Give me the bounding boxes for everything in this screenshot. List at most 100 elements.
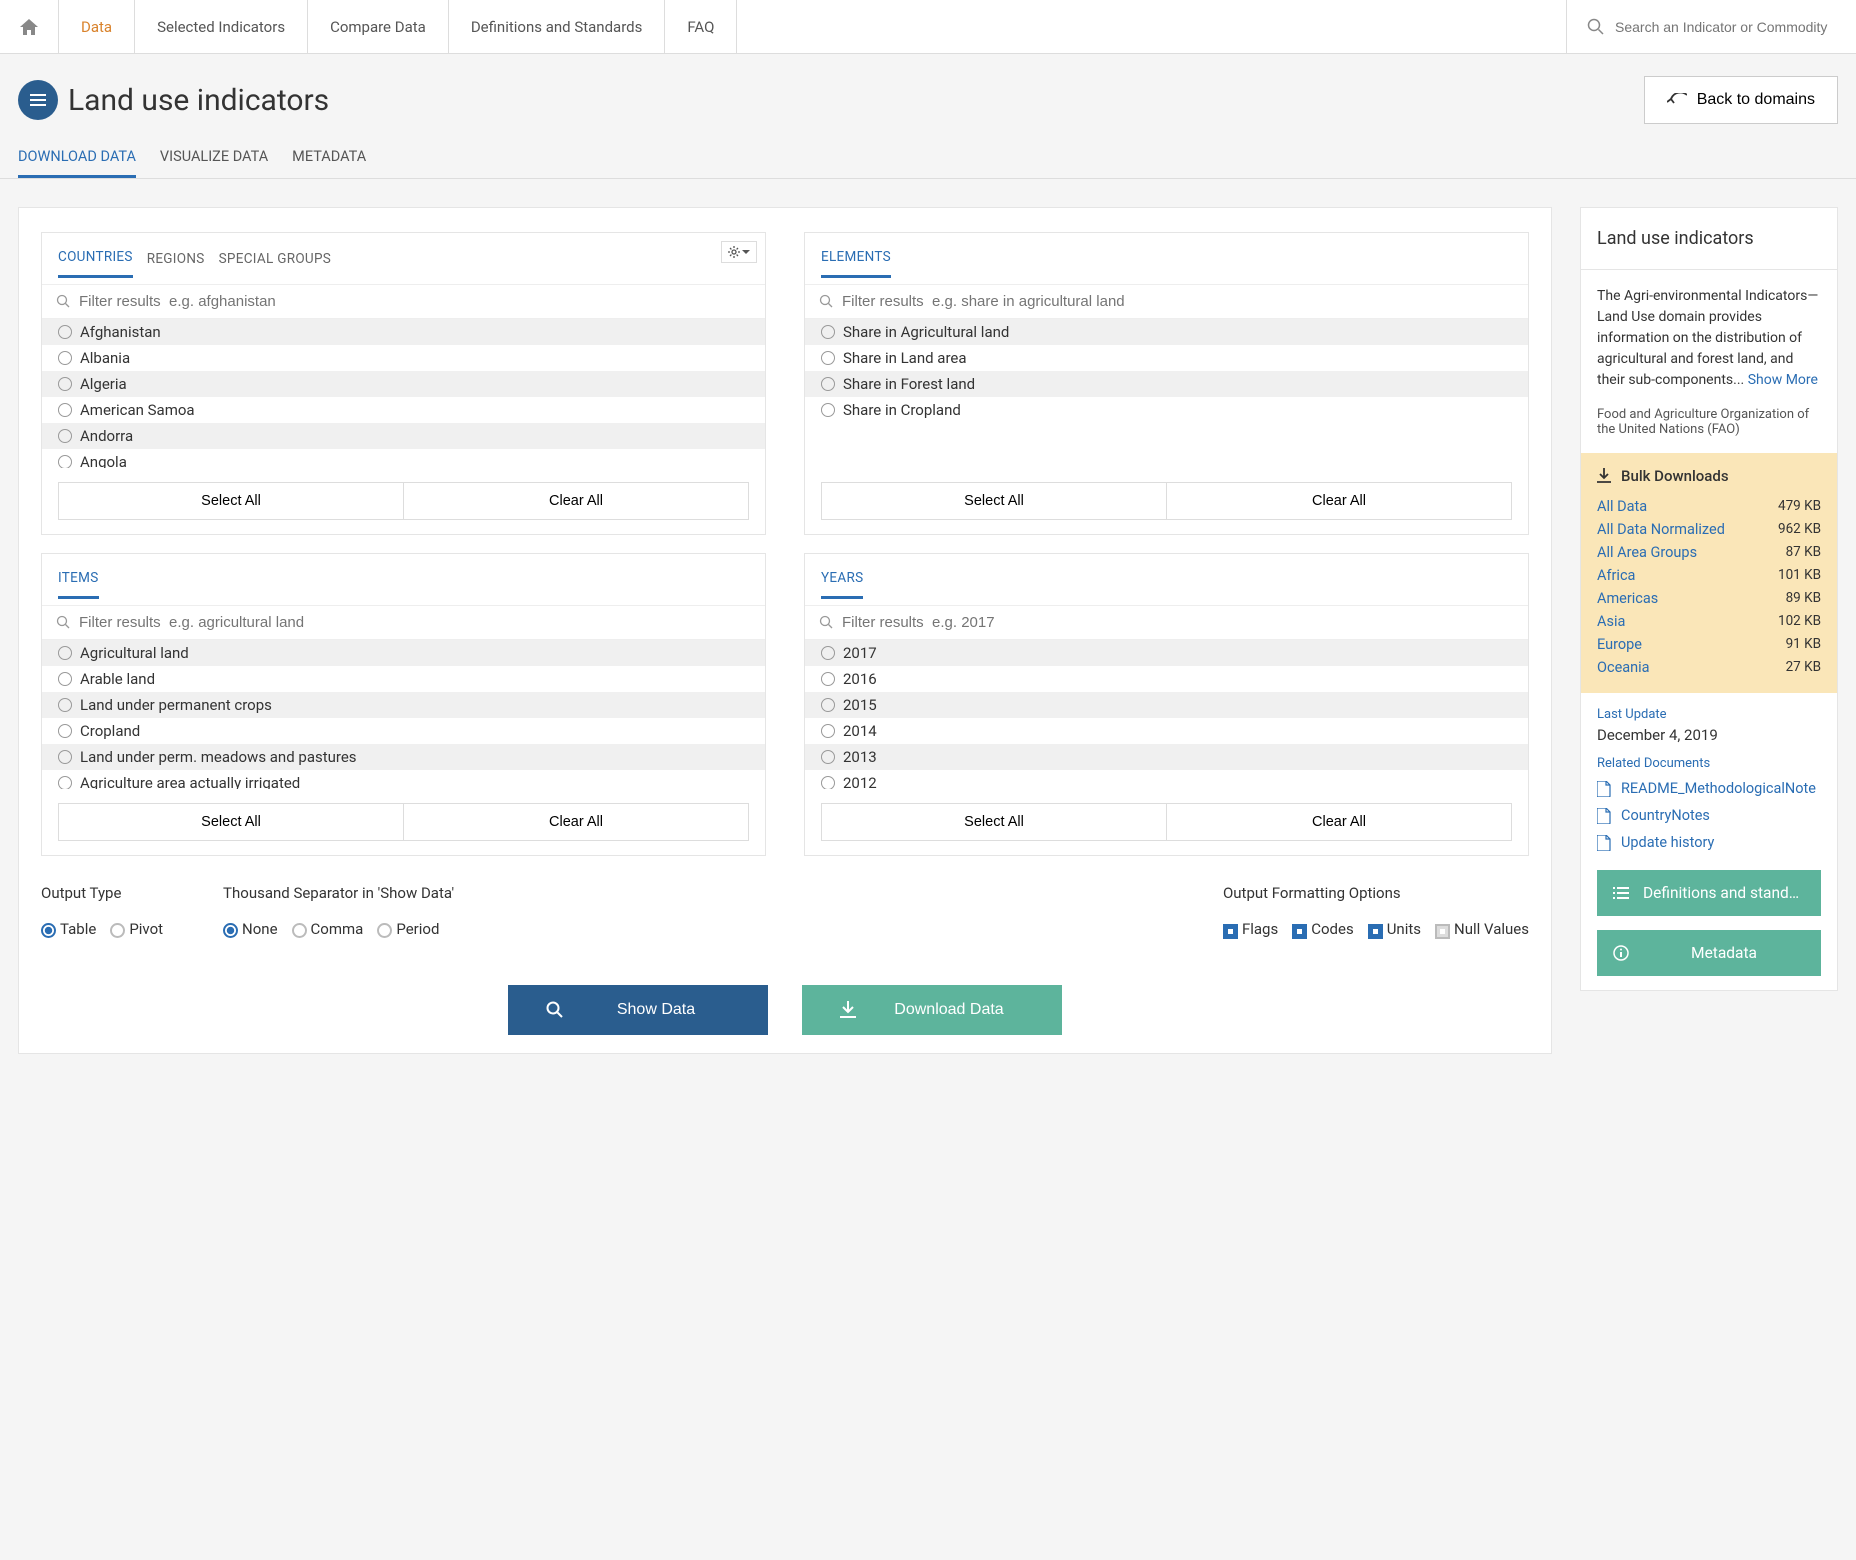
- option-item[interactable]: 2015: [805, 692, 1528, 718]
- option-list[interactable]: Agricultural landArable landLand under p…: [42, 639, 765, 789]
- option-item[interactable]: 2016: [805, 666, 1528, 692]
- output-type-pivot[interactable]: Pivot: [110, 920, 163, 938]
- option-item[interactable]: 2017: [805, 640, 1528, 666]
- definitions-button[interactable]: Definitions and standa...: [1597, 870, 1821, 916]
- filter-input-items[interactable]: [79, 614, 751, 631]
- sidebar-description: The Agri-environmental Indicators—Land U…: [1581, 270, 1837, 407]
- bulk-download-link[interactable]: All Data: [1597, 498, 1647, 515]
- option-item[interactable]: Agriculture area actually irrigated: [42, 770, 765, 789]
- search-icon: [819, 294, 834, 309]
- radio-icon: [821, 724, 835, 738]
- panel-tab-regions[interactable]: REGIONS: [147, 251, 205, 277]
- radio-icon: [821, 646, 835, 660]
- bulk-download-link[interactable]: Europe: [1597, 636, 1642, 653]
- related-doc-link[interactable]: Update history: [1597, 829, 1821, 856]
- sep-comma[interactable]: Comma: [292, 920, 364, 938]
- option-item[interactable]: Afghanistan: [42, 319, 765, 345]
- option-item[interactable]: 2012: [805, 770, 1528, 789]
- option-item[interactable]: 2013: [805, 744, 1528, 770]
- output-type-group: Output Type Table Pivot: [41, 884, 163, 938]
- nav-compare-data[interactable]: Compare Data: [308, 0, 449, 53]
- option-list[interactable]: Share in Agricultural landShare in Land …: [805, 318, 1528, 468]
- option-item[interactable]: Share in Land area: [805, 345, 1528, 371]
- related-doc-link[interactable]: CountryNotes: [1597, 802, 1821, 829]
- clear-all-button[interactable]: Clear All: [1166, 803, 1512, 841]
- filter-input-years[interactable]: [842, 614, 1514, 631]
- output-type-table[interactable]: Table: [41, 920, 96, 938]
- radio-icon: [821, 776, 835, 789]
- bulk-download-row: Americas89 KB: [1597, 587, 1821, 610]
- nav-selected-indicators[interactable]: Selected Indicators: [135, 0, 308, 53]
- option-item[interactable]: Share in Forest land: [805, 371, 1528, 397]
- bulk-download-link[interactable]: Americas: [1597, 590, 1658, 607]
- option-item[interactable]: Algeria: [42, 371, 765, 397]
- fmt-flags[interactable]: Flags: [1223, 920, 1278, 939]
- clear-all-button[interactable]: Clear All: [1166, 482, 1512, 520]
- download-data-button[interactable]: Download Data: [802, 985, 1062, 1035]
- search-icon: [546, 1001, 564, 1019]
- radio-icon: [58, 403, 72, 417]
- radio-icon: [821, 377, 835, 391]
- option-item[interactable]: Share in Agricultural land: [805, 319, 1528, 345]
- select-all-button[interactable]: Select All: [821, 803, 1166, 841]
- nav-home[interactable]: [0, 0, 59, 53]
- subtab-download-data[interactable]: DOWNLOAD DATA: [18, 148, 136, 178]
- metadata-button[interactable]: Metadata: [1597, 930, 1821, 976]
- nav-definitions-and-standards[interactable]: Definitions and Standards: [449, 0, 666, 53]
- bulk-download-link[interactable]: All Data Normalized: [1597, 521, 1725, 538]
- hamburger-icon: [30, 94, 46, 106]
- option-item[interactable]: Share in Cropland: [805, 397, 1528, 423]
- bulk-download-link[interactable]: All Area Groups: [1597, 544, 1697, 561]
- related-docs-label: Related Documents: [1597, 756, 1821, 771]
- sep-period[interactable]: Period: [377, 920, 439, 938]
- select-all-button[interactable]: Select All: [821, 482, 1166, 520]
- option-list[interactable]: 201720162015201420132012: [805, 639, 1528, 789]
- option-item[interactable]: Angola: [42, 449, 765, 468]
- bulk-download-link[interactable]: Oceania: [1597, 659, 1650, 676]
- sep-none[interactable]: None: [223, 920, 278, 938]
- option-item[interactable]: Land under permanent crops: [42, 692, 765, 718]
- panel-countries: COUNTRIES REGIONS SPECIAL GROUPS Afghanist…: [41, 232, 766, 535]
- panel-tab-elements[interactable]: ELEMENTS: [821, 249, 891, 278]
- bulk-download-link[interactable]: Africa: [1597, 567, 1635, 584]
- select-all-button[interactable]: Select All: [58, 803, 403, 841]
- subtab-metadata[interactable]: METADATA: [292, 148, 366, 178]
- back-to-domains-button[interactable]: Back to domains: [1644, 76, 1838, 124]
- filter-input-countries[interactable]: [79, 293, 751, 310]
- option-item[interactable]: Cropland: [42, 718, 765, 744]
- filter-items: [42, 605, 765, 639]
- radio-icon: [58, 455, 72, 468]
- clear-all-button[interactable]: Clear All: [403, 803, 749, 841]
- top-search[interactable]: [1566, 0, 1856, 53]
- bulk-download-link[interactable]: Asia: [1597, 613, 1625, 630]
- nav-faq[interactable]: FAQ: [665, 0, 737, 53]
- fmt-codes[interactable]: Codes: [1292, 920, 1353, 939]
- fmt-units[interactable]: Units: [1368, 920, 1421, 939]
- option-item[interactable]: 2014: [805, 718, 1528, 744]
- related-doc-link[interactable]: README_MethodologicalNote: [1597, 775, 1821, 802]
- option-item[interactable]: Land under perm. meadows and pastures: [42, 744, 765, 770]
- search-input[interactable]: [1615, 19, 1836, 35]
- panel-tab-years[interactable]: YEARS: [821, 570, 863, 599]
- radio-icon: [58, 672, 72, 686]
- fmt-null[interactable]: Null Values: [1435, 920, 1529, 939]
- subtab-visualize-data[interactable]: VISUALIZE DATA: [160, 148, 268, 178]
- panel-tab-special-groups[interactable]: SPECIAL GROUPS: [219, 251, 332, 277]
- title-row: Land use indicators Back to domains: [0, 54, 1856, 124]
- show-more-link[interactable]: Show More: [1748, 372, 1818, 388]
- clear-all-button[interactable]: Clear All: [403, 482, 749, 520]
- panel-settings-button[interactable]: [721, 241, 757, 263]
- option-item[interactable]: American Samoa: [42, 397, 765, 423]
- select-all-button[interactable]: Select All: [58, 482, 403, 520]
- show-data-button[interactable]: Show Data: [508, 985, 768, 1035]
- option-item[interactable]: Arable land: [42, 666, 765, 692]
- option-item[interactable]: Agricultural land: [42, 640, 765, 666]
- panel-tab-items[interactable]: ITEMS: [58, 570, 99, 599]
- option-list[interactable]: AfghanistanAlbaniaAlgeriaAmerican SamoaA…: [42, 318, 765, 468]
- menu-button[interactable]: [18, 80, 58, 120]
- option-item[interactable]: Albania: [42, 345, 765, 371]
- option-item[interactable]: Andorra: [42, 423, 765, 449]
- panel-tab-countries[interactable]: COUNTRIES: [58, 249, 133, 278]
- filter-input-elements[interactable]: [842, 293, 1514, 310]
- nav-data[interactable]: Data: [59, 0, 135, 53]
